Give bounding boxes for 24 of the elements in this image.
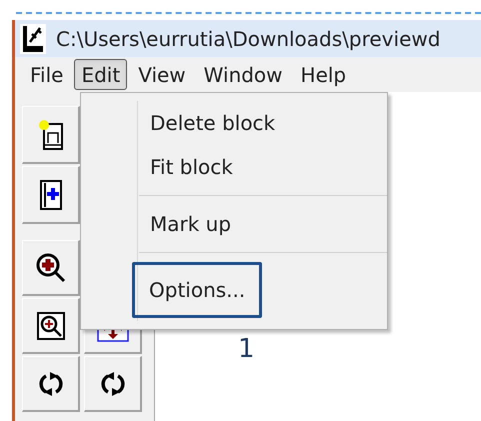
menu-item[interactable]: Help — [294, 59, 354, 90]
zoom-in-icon — [34, 252, 66, 284]
tool-button[interactable] — [22, 356, 80, 412]
menu-item[interactable]: Edit — [74, 59, 128, 90]
menu-option[interactable]: Options... — [132, 262, 262, 318]
tool-button[interactable] — [84, 356, 142, 412]
window-title: C:\Users\eurrutia\Downloads\previewd — [56, 26, 440, 52]
rotate-right-icon — [100, 370, 126, 398]
callout-number: 1 — [238, 333, 255, 366]
tool-button[interactable] — [22, 106, 80, 164]
zoom-in-icon — [36, 312, 64, 340]
page-plus-icon — [38, 178, 62, 210]
rotate-left-icon — [38, 370, 64, 398]
menu-option[interactable]: Mark up — [148, 205, 234, 243]
tool-button[interactable] — [22, 298, 80, 354]
menu-item[interactable]: View — [131, 59, 193, 90]
app-icon — [20, 24, 46, 54]
page-sparkle-icon — [38, 118, 64, 150]
tool-button[interactable] — [22, 240, 80, 296]
menu-item[interactable]: Window — [196, 59, 290, 90]
menu-item[interactable]: File — [23, 59, 70, 90]
menu-option[interactable]: Delete block — [148, 104, 278, 142]
menu-option[interactable]: Fit block — [148, 148, 235, 186]
tool-button[interactable] — [22, 166, 80, 224]
